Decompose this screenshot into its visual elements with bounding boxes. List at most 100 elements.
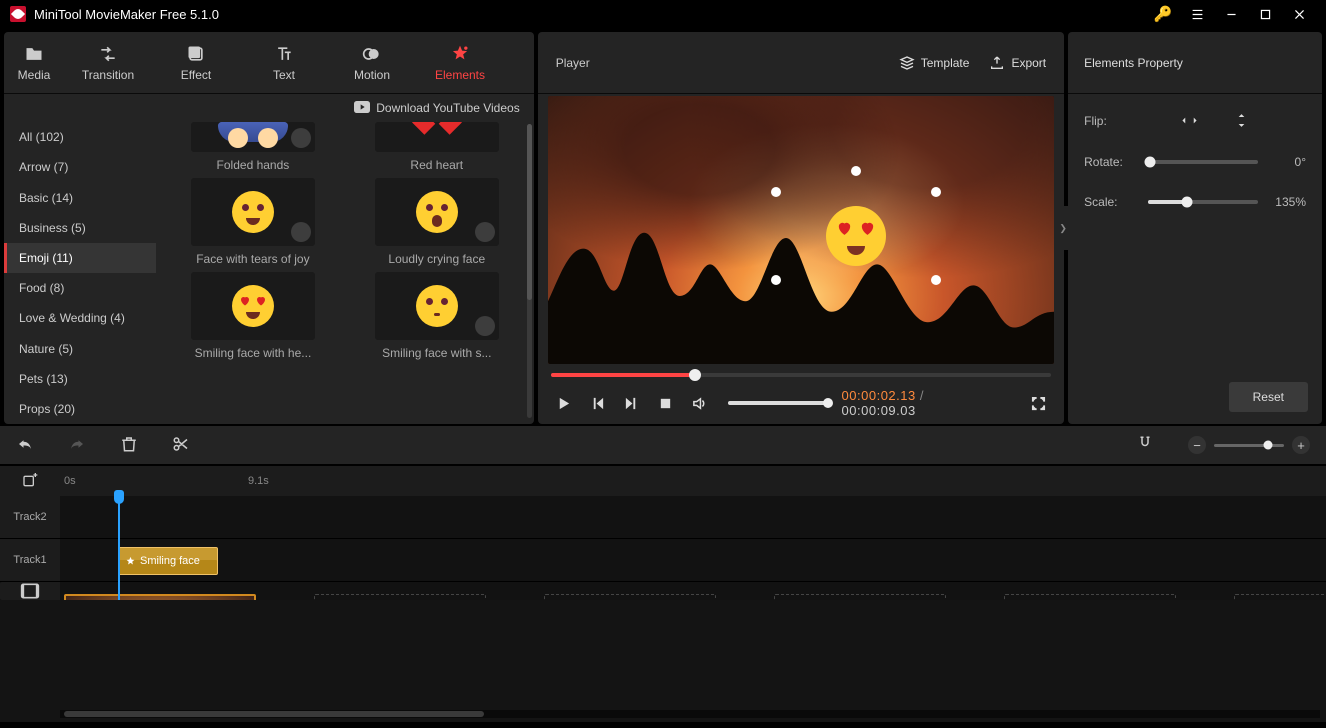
- redo-button[interactable]: [68, 435, 86, 456]
- download-icon[interactable]: [475, 222, 495, 242]
- category-item[interactable]: Love & Wedding (4): [4, 303, 156, 333]
- element-label: Red heart: [410, 158, 463, 172]
- zoom-out-button[interactable]: −: [1188, 436, 1206, 454]
- category-item[interactable]: Emoji (11): [4, 243, 156, 273]
- category-item[interactable]: Basic (14): [4, 182, 156, 212]
- delete-button[interactable]: [120, 435, 138, 456]
- volume-slider[interactable]: [728, 401, 828, 405]
- download-icon[interactable]: [291, 222, 311, 242]
- next-button[interactable]: [622, 393, 642, 413]
- tab-media[interactable]: Media: [4, 32, 64, 93]
- maximize-button[interactable]: [1248, 0, 1282, 28]
- properties-panel: ❯ Elements Property Flip: Rotate: 0° Sca…: [1068, 32, 1322, 424]
- timeline-scrollbar[interactable]: [60, 710, 1320, 718]
- track-lane[interactable]: [60, 496, 1326, 538]
- ruler-mark: 9.1s: [248, 475, 269, 487]
- track-row: Track2: [0, 496, 1326, 539]
- element-label: Folded hands: [217, 158, 290, 172]
- joy-emoji-icon: [232, 191, 274, 233]
- template-label: Template: [921, 56, 970, 70]
- effect-icon: [186, 44, 206, 64]
- prev-button[interactable]: [588, 393, 608, 413]
- motion-icon: [362, 44, 382, 64]
- ruler-mark: 0s: [64, 475, 76, 487]
- volume-button[interactable]: [690, 393, 710, 413]
- time-current: 00:00:02.13: [842, 388, 916, 403]
- close-button[interactable]: [1282, 0, 1316, 28]
- rotate-slider[interactable]: [1148, 160, 1258, 164]
- tab-effect[interactable]: Effect: [152, 32, 240, 93]
- track-lane[interactable]: Smiling face: [60, 539, 1326, 581]
- element-selection[interactable]: [776, 171, 936, 301]
- track-label: Track1: [0, 539, 60, 581]
- video-lane[interactable]: [60, 582, 1326, 600]
- scale-slider[interactable]: [1148, 200, 1258, 204]
- export-button[interactable]: Export: [989, 55, 1046, 71]
- license-key-button[interactable]: 🔑: [1146, 0, 1180, 28]
- download-youtube-link[interactable]: Download YouTube Videos: [376, 101, 519, 115]
- snap-button[interactable]: [1136, 435, 1154, 456]
- category-item[interactable]: All (102): [4, 122, 156, 152]
- category-item[interactable]: Arrow (7): [4, 152, 156, 182]
- template-button[interactable]: Template: [899, 55, 970, 71]
- text-icon: [274, 44, 294, 64]
- undo-button[interactable]: [16, 435, 34, 456]
- media-icon: [24, 44, 44, 64]
- download-icon[interactable]: [475, 316, 495, 336]
- crying-emoji-icon: [416, 191, 458, 233]
- video-preview[interactable]: [548, 96, 1054, 364]
- element-item[interactable]: Smiling face with he...: [166, 272, 340, 360]
- download-icon[interactable]: [291, 128, 311, 148]
- empty-clip-slot[interactable]: [314, 594, 486, 600]
- zoom-in-button[interactable]: +: [1292, 436, 1310, 454]
- category-item[interactable]: Business (5): [4, 213, 156, 243]
- titlebar: MiniTool MovieMaker Free 5.1.0 🔑: [0, 0, 1326, 28]
- scale-value: 135%: [1268, 195, 1306, 209]
- video-clip[interactable]: [64, 594, 256, 600]
- track-row: Track1 Smiling face: [0, 539, 1326, 582]
- empty-clip-slot[interactable]: [544, 594, 716, 600]
- tab-text[interactable]: Text: [240, 32, 328, 93]
- elements-icon: [450, 44, 470, 64]
- category-item[interactable]: Props (20): [4, 394, 156, 424]
- seek-bar[interactable]: [548, 368, 1054, 382]
- library-scrollbar[interactable]: [527, 124, 532, 418]
- timeline-area: − + 0s 9.1s Track2 Track1 Smiling face: [0, 426, 1326, 722]
- flip-vertical-button[interactable]: [1226, 112, 1256, 129]
- tab-transition[interactable]: Transition: [64, 32, 152, 93]
- timeline-ruler[interactable]: 0s 9.1s: [0, 466, 1326, 496]
- heart-eyes-emoji-icon: [232, 285, 274, 327]
- element-item[interactable]: Red heart: [350, 122, 524, 172]
- tab-label: Elements: [435, 68, 485, 82]
- placed-emoji[interactable]: [826, 206, 886, 266]
- track-row: [0, 582, 1326, 600]
- category-item[interactable]: Food (8): [4, 273, 156, 303]
- minimize-button[interactable]: [1214, 0, 1248, 28]
- library-tabs: Media Transition Effect Text Motion Elem…: [4, 32, 534, 94]
- category-item[interactable]: Nature (5): [4, 333, 156, 363]
- element-item[interactable]: Loudly crying face: [350, 178, 524, 266]
- empty-clip-slot[interactable]: [1004, 594, 1176, 600]
- tab-label: Effect: [181, 68, 211, 82]
- stop-button[interactable]: [656, 393, 676, 413]
- element-item[interactable]: Smiling face with s...: [350, 272, 524, 360]
- category-item[interactable]: Pets (13): [4, 364, 156, 394]
- element-item[interactable]: Folded hands: [166, 122, 340, 172]
- flip-horizontal-button[interactable]: [1174, 112, 1204, 129]
- panel-collapse-button[interactable]: ❯: [1058, 206, 1068, 250]
- fullscreen-button[interactable]: [1028, 393, 1048, 413]
- tab-motion[interactable]: Motion: [328, 32, 416, 93]
- reset-button[interactable]: Reset: [1229, 382, 1308, 412]
- tab-elements[interactable]: Elements: [416, 32, 504, 93]
- empty-clip-slot[interactable]: [774, 594, 946, 600]
- zoom-slider[interactable]: [1214, 444, 1284, 447]
- app-menu-button[interactable]: [1180, 0, 1214, 28]
- split-button[interactable]: [172, 435, 190, 456]
- add-track-button[interactable]: [0, 473, 60, 489]
- export-label: Export: [1011, 56, 1046, 70]
- empty-clip-slot[interactable]: [1234, 594, 1326, 600]
- time-display: 00:00:02.13 / 00:00:09.03: [842, 388, 1003, 418]
- element-item[interactable]: Face with tears of joy: [166, 178, 340, 266]
- element-clip[interactable]: Smiling face: [118, 547, 218, 575]
- play-button[interactable]: [554, 393, 574, 413]
